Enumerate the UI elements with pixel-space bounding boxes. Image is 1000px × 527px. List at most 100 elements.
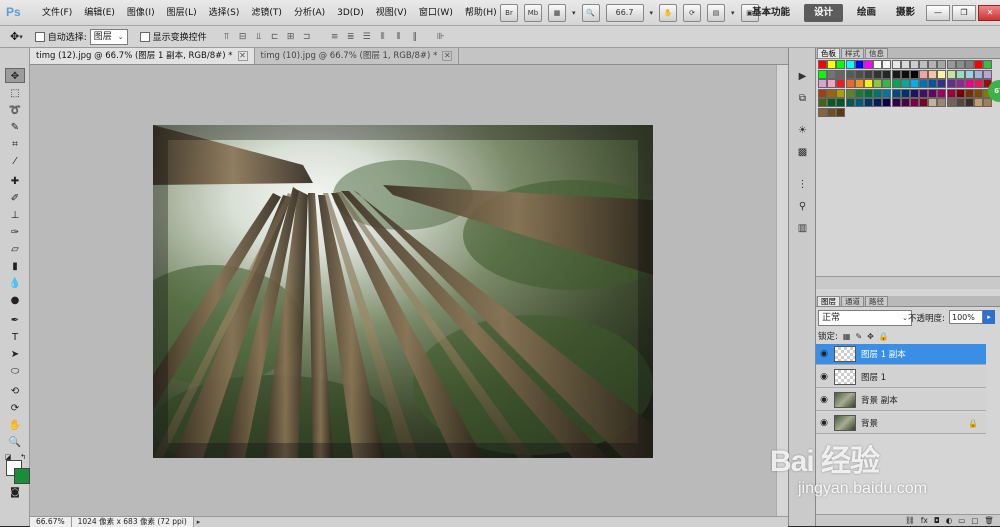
color-swatch[interactable]	[965, 88, 974, 98]
workspace-photography[interactable]: 摄影	[886, 0, 925, 26]
clone-source-icon[interactable]: ⚲	[795, 200, 810, 214]
opacity-input[interactable]: 100%	[949, 310, 983, 324]
eye-icon[interactable]: ◉	[816, 349, 832, 359]
clone-stamp-tool-icon[interactable]: ⊥	[5, 208, 25, 223]
chevron-down-icon[interactable]: ▾	[650, 9, 654, 17]
eye-icon[interactable]: ◉	[816, 418, 832, 428]
align-top-icon[interactable]: ⫪	[221, 31, 233, 43]
image-canvas[interactable]	[153, 125, 653, 458]
layer-row[interactable]: ◉ 图层 1	[816, 367, 986, 388]
mini-bridge-button[interactable]: Mb	[524, 4, 542, 22]
color-swatch[interactable]	[974, 79, 984, 88]
history-icon[interactable]: ⧉	[795, 92, 810, 106]
hand-tool-button[interactable]: ✋	[659, 4, 678, 22]
color-swatch[interactable]	[854, 60, 864, 69]
color-swatch[interactable]	[863, 60, 873, 69]
new-layer-icon[interactable]: ▢	[971, 515, 978, 526]
dodge-tool-icon[interactable]: ●	[5, 293, 25, 308]
arrange-documents-button[interactable]: ▤	[707, 4, 726, 22]
color-swatch[interactable]	[873, 69, 883, 79]
color-swatch[interactable]	[873, 60, 883, 69]
color-swatch[interactable]	[919, 79, 929, 88]
color-swatch[interactable]	[974, 60, 984, 69]
color-swatch[interactable]	[845, 69, 855, 79]
group-icon[interactable]: ▭	[958, 515, 965, 526]
distribute-hcenter-icon[interactable]: ⫴	[393, 31, 405, 43]
color-swatch[interactable]	[909, 88, 919, 98]
color-swatch[interactable]	[900, 60, 910, 69]
gradient-tool-icon[interactable]: ▮	[5, 259, 25, 274]
zoom-tool-button[interactable]: 🔍	[581, 4, 600, 22]
marquee-tool-icon[interactable]: ⬚	[5, 86, 25, 101]
color-swatch[interactable]	[974, 98, 984, 107]
color-swatch[interactable]	[955, 60, 965, 69]
color-swatch[interactable]	[882, 69, 892, 79]
tab-info[interactable]: 信息	[865, 48, 888, 58]
color-swatch[interactable]	[836, 79, 846, 88]
tool-preset-picker[interactable]: ✥ ▾	[10, 30, 23, 43]
menu-item[interactable]: 窗口(W)	[413, 0, 459, 26]
color-swatch[interactable]	[909, 98, 919, 107]
pen-tool-icon[interactable]: ✒	[5, 313, 25, 328]
3d-rotate-tool-icon[interactable]: ⟲	[5, 384, 25, 399]
color-swatch[interactable]	[974, 88, 984, 98]
menu-item[interactable]: 3D(D)	[331, 0, 370, 26]
tab-swatches[interactable]: 色板	[817, 48, 840, 58]
color-swatch[interactable]	[983, 69, 993, 79]
layer-row[interactable]: ◉ 背景 🔒	[816, 413, 986, 434]
color-swatch[interactable]	[937, 69, 947, 79]
color-swatch[interactable]	[928, 88, 938, 98]
color-swatch[interactable]	[882, 60, 892, 69]
color-swatch[interactable]	[965, 79, 974, 88]
tab-channels[interactable]: 通道	[841, 296, 864, 306]
color-swatch[interactable]	[827, 79, 837, 88]
link-icon[interactable]: ⛓	[905, 515, 915, 526]
tool-presets-icon[interactable]: ▥	[795, 222, 810, 236]
color-swatch[interactable]	[891, 79, 901, 88]
color-swatch[interactable]	[845, 98, 855, 107]
color-swatch[interactable]	[919, 88, 929, 98]
color-swatch[interactable]	[928, 60, 938, 69]
auto-select-target-select[interactable]: 图层 ⌄	[89, 28, 128, 45]
color-swatch[interactable]	[965, 60, 974, 69]
color-swatch[interactable]	[836, 69, 846, 79]
distribute-right-icon[interactable]: ‖	[409, 31, 421, 43]
hand-tool-icon[interactable]: ✋	[5, 418, 25, 433]
menu-item[interactable]: 图层(L)	[161, 0, 203, 26]
color-swatch[interactable]	[946, 88, 956, 98]
menu-item[interactable]: 文件(F)	[36, 0, 78, 26]
bridge-button[interactable]: Br	[500, 4, 518, 22]
color-swatch[interactable]	[818, 88, 827, 98]
shape-tool-icon[interactable]: ⬭	[5, 364, 25, 379]
move-tool-icon[interactable]: ✥	[5, 68, 25, 83]
path-select-tool-icon[interactable]: ➤	[5, 347, 25, 362]
workspace-painting[interactable]: 绘画	[847, 0, 886, 26]
chevron-down-icon[interactable]: ▾	[572, 9, 576, 17]
zoom-level-select[interactable]: 66.7	[605, 4, 644, 22]
layer-row[interactable]: ◉ 背景 副本	[816, 390, 986, 411]
menu-item[interactable]: 图像(I)	[121, 0, 161, 26]
color-swatch[interactable]	[937, 88, 947, 98]
chevron-right-icon[interactable]: ▸	[194, 518, 201, 526]
color-swatch[interactable]	[827, 88, 837, 98]
show-transform-checkbox[interactable]	[139, 31, 150, 42]
workspace-essentials[interactable]: 基本功能	[742, 0, 800, 26]
color-swatch[interactable]	[854, 79, 864, 88]
chevron-down-icon[interactable]: ▾	[731, 9, 735, 17]
tab-layers[interactable]: 图层	[817, 296, 840, 306]
distribute-bottom-icon[interactable]: ☰	[361, 31, 373, 43]
blur-tool-icon[interactable]: 💧	[5, 276, 25, 291]
color-swatch[interactable]	[928, 79, 938, 88]
menu-item[interactable]: 帮助(H)	[459, 0, 503, 26]
color-swatch[interactable]	[863, 79, 873, 88]
color-swatch[interactable]	[845, 88, 855, 98]
color-swatch[interactable]	[937, 60, 947, 69]
color-swatch[interactable]	[845, 60, 855, 69]
healing-brush-tool-icon[interactable]: ✚	[5, 174, 25, 189]
lock-position-icon[interactable]: ✥	[867, 332, 874, 341]
3d-orbit-tool-icon[interactable]: ⟳	[5, 401, 25, 416]
trash-icon[interactable]: 🗑	[984, 515, 994, 526]
color-swatch[interactable]	[974, 69, 984, 79]
close-icon[interactable]: ✕	[237, 51, 248, 61]
crop-tool-icon[interactable]: ⌗	[5, 137, 25, 152]
